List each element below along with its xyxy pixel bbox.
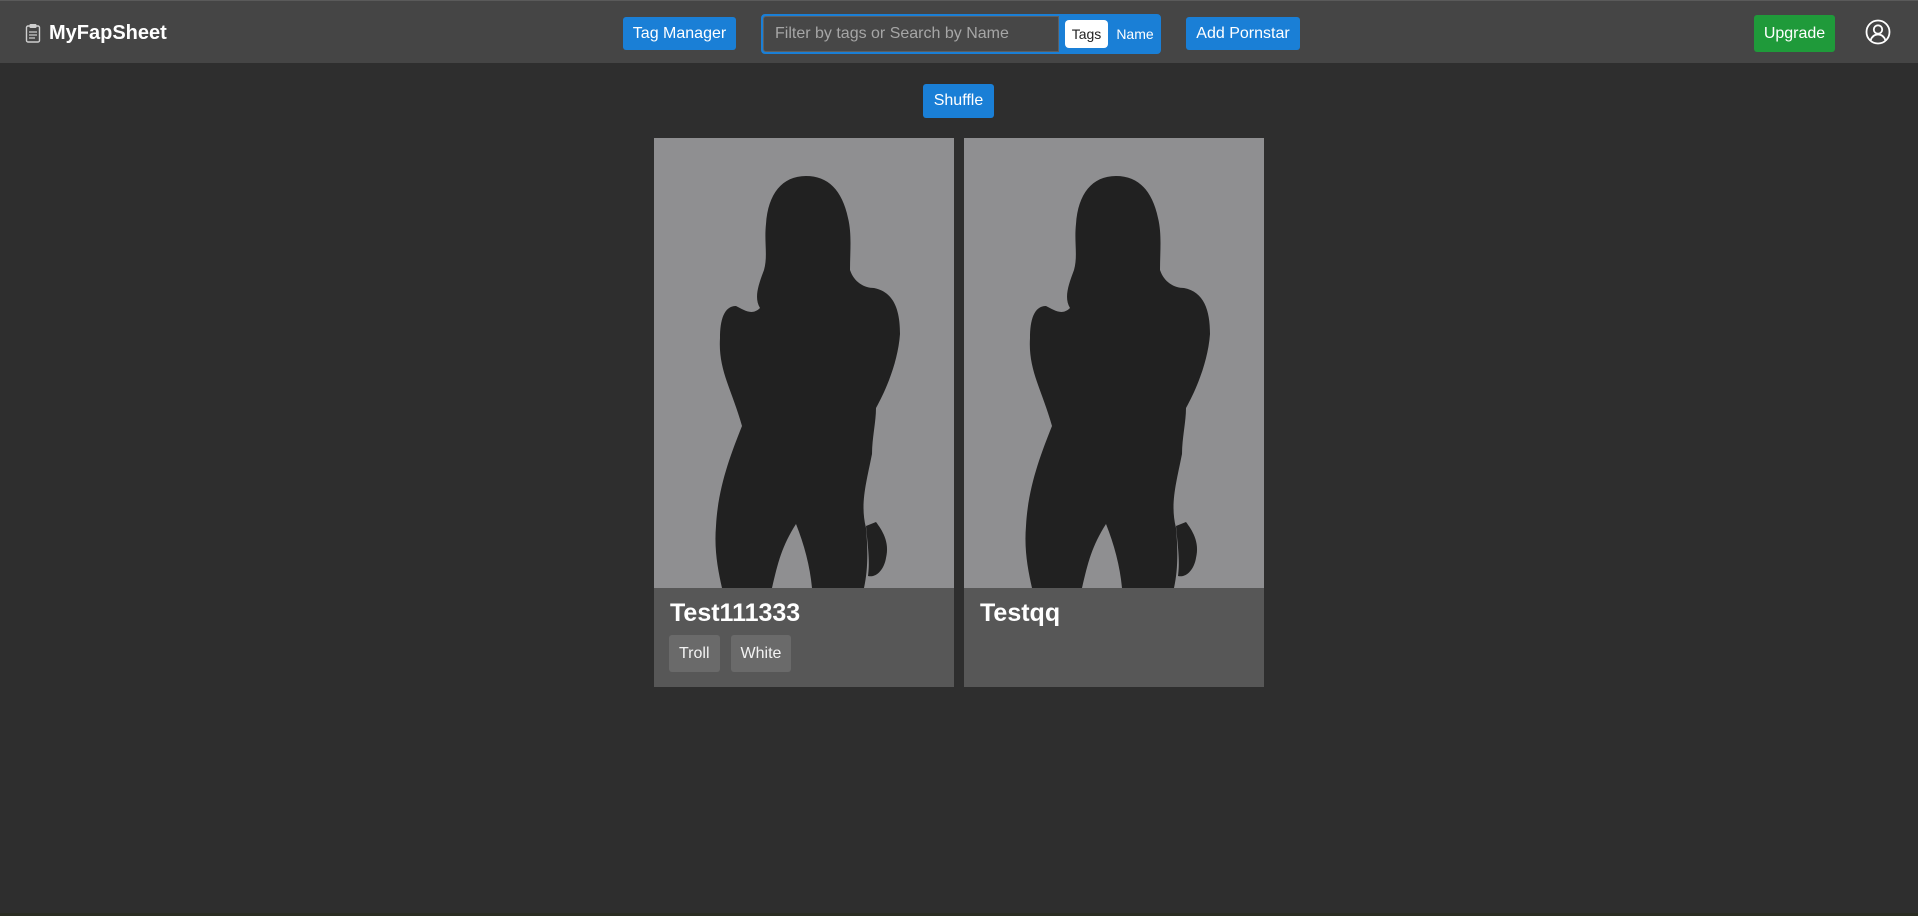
search-mode-tags-toggle[interactable]: Tags — [1065, 20, 1108, 48]
search-input[interactable] — [763, 16, 1059, 52]
user-circle-icon[interactable] — [1865, 19, 1891, 45]
card-tags: Troll White — [669, 635, 792, 672]
pornstar-card[interactable]: Test111333 Troll White — [654, 138, 954, 687]
card-name[interactable]: Testqq — [980, 599, 1060, 628]
search-mode-name-toggle[interactable]: Name — [1112, 20, 1158, 48]
tag-badge[interactable]: Troll — [669, 635, 720, 672]
silhouette-placeholder-image — [964, 138, 1264, 588]
silhouette-placeholder-image — [654, 138, 954, 588]
add-pornstar-button[interactable]: Add Pornstar — [1186, 17, 1300, 50]
tag-manager-button[interactable]: Tag Manager — [623, 17, 736, 50]
tag-badge[interactable]: White — [730, 635, 792, 672]
brand[interactable]: MyFapSheet — [25, 20, 167, 46]
shuffle-button[interactable]: Shuffle — [923, 84, 994, 118]
upgrade-button[interactable]: Upgrade — [1754, 15, 1835, 52]
card-photo[interactable] — [654, 138, 954, 588]
card-name[interactable]: Test111333 — [670, 599, 800, 628]
brand-title: MyFapSheet — [49, 21, 167, 44]
clipboard-icon — [25, 24, 41, 43]
pornstar-card[interactable]: Testqq — [964, 138, 1264, 687]
top-navbar: MyFapSheet Tag Manager Tags Name Add Por… — [0, 0, 1918, 63]
search-group: Tags Name — [761, 14, 1161, 54]
card-photo[interactable] — [964, 138, 1264, 588]
